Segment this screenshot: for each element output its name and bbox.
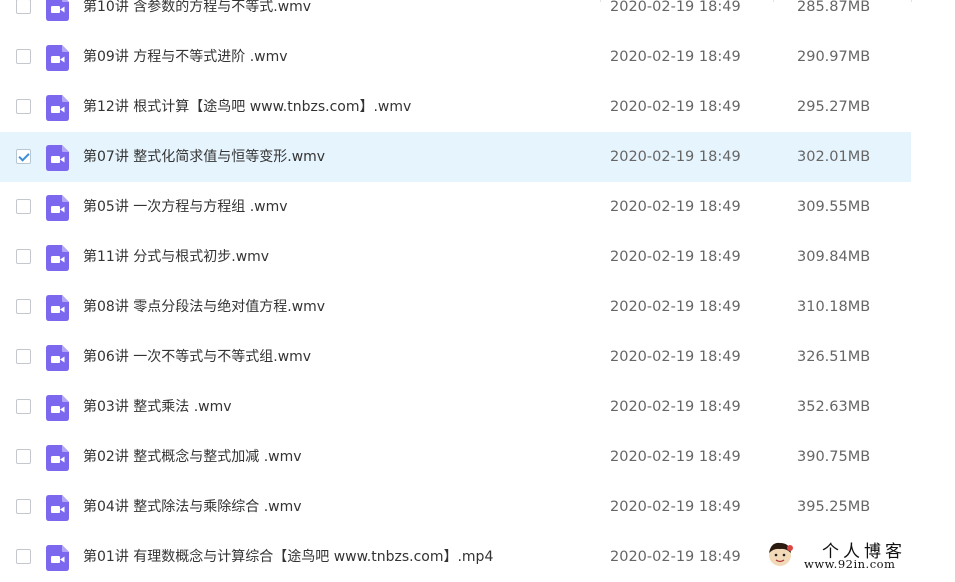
file-row[interactable]: 第06讲 一次不等式与不等式组.wmv 2020-02-19 18:49 326.5… <box>0 332 911 382</box>
video-file-icon <box>46 295 70 321</box>
row-checkbox[interactable] <box>16 49 31 64</box>
file-name[interactable]: 第09讲 方程与不等式进阶 .wmv <box>83 32 288 82</box>
file-size: 390.75MB <box>797 449 871 465</box>
watermark: 个人博客 www.92in.com <box>760 536 950 572</box>
file-row[interactable]: 第12讲 根式计算【途鸟吧 www.tnbzs.com】.wmv 2020-02-… <box>0 82 911 132</box>
file-size: 285.87MB <box>797 0 871 15</box>
watermark-url: www.92in.com <box>804 557 896 571</box>
row-checkbox[interactable] <box>16 149 31 164</box>
video-file-icon <box>46 395 70 421</box>
row-checkbox[interactable] <box>16 349 31 364</box>
file-name[interactable]: 第03讲 整式乘法 .wmv <box>83 382 232 432</box>
file-name[interactable]: 第06讲 一次不等式与不等式组.wmv <box>83 332 311 382</box>
file-row[interactable]: 第11讲 分式与根式初步.wmv 2020-02-19 18:49 309.84MB <box>0 232 911 282</box>
file-row[interactable]: 第07讲 整式化简求值与恒等变形.wmv 2020-02-19 18:49 302.… <box>0 132 911 182</box>
video-file-icon <box>46 345 70 371</box>
video-file-icon <box>46 245 70 271</box>
row-checkbox[interactable] <box>16 299 31 314</box>
file-modified-date: 2020-02-19 18:49 <box>610 199 741 215</box>
row-checkbox[interactable] <box>16 199 31 214</box>
file-row[interactable]: 第05讲 一次方程与方程组 .wmv 2020-02-19 18:49 309.55… <box>0 182 911 232</box>
file-row[interactable]: 第04讲 整式除法与乘除综合 .wmv 2020-02-19 18:49 395.2… <box>0 482 911 532</box>
row-checkbox[interactable] <box>16 449 31 464</box>
file-size: 302.01MB <box>797 149 871 165</box>
file-modified-date: 2020-02-19 18:49 <box>610 399 741 415</box>
file-size: 309.84MB <box>797 249 871 265</box>
column-divider[interactable] <box>600 0 601 2</box>
row-checkbox[interactable] <box>16 99 31 114</box>
row-checkbox[interactable] <box>16 0 31 14</box>
file-name[interactable]: 第02讲 整式概念与整式加减 .wmv <box>83 432 302 482</box>
file-name[interactable]: 第11讲 分式与根式初步.wmv <box>83 232 269 282</box>
file-name[interactable]: 第01讲 有理数概念与计算综合【途鸟吧 www.tnbzs.com】.mp4 <box>83 532 493 582</box>
column-divider[interactable] <box>773 0 774 2</box>
file-row[interactable]: 第10讲 含参数的方程与不等式.wmv 2020-02-19 18:49 285.8… <box>0 0 911 32</box>
file-name[interactable]: 第10讲 含参数的方程与不等式.wmv <box>83 0 311 32</box>
video-file-icon <box>46 95 70 121</box>
file-row[interactable]: 第02讲 整式概念与整式加减 .wmv 2020-02-19 18:49 390.7… <box>0 432 911 482</box>
video-file-icon <box>46 495 70 521</box>
column-divider[interactable] <box>911 0 912 2</box>
file-row[interactable]: 第09讲 方程与不等式进阶 .wmv 2020-02-19 18:49 290.97… <box>0 32 911 82</box>
file-modified-date: 2020-02-19 18:49 <box>610 349 741 365</box>
file-size: 326.51MB <box>797 349 871 365</box>
file-size: 295.27MB <box>797 99 871 115</box>
row-checkbox[interactable] <box>16 249 31 264</box>
file-row[interactable]: 第03讲 整式乘法 .wmv 2020-02-19 18:49 352.63MB <box>0 382 911 432</box>
file-modified-date: 2020-02-19 18:49 <box>610 449 741 465</box>
video-file-icon <box>46 545 70 571</box>
file-modified-date: 2020-02-19 18:49 <box>610 499 741 515</box>
file-modified-date: 2020-02-19 18:49 <box>610 249 741 265</box>
file-size: 310.18MB <box>797 299 871 315</box>
video-file-icon <box>46 445 70 471</box>
row-checkbox[interactable] <box>16 499 31 514</box>
row-checkbox[interactable] <box>16 399 31 414</box>
file-modified-date: 2020-02-19 18:49 <box>610 0 741 15</box>
video-file-icon <box>46 45 70 71</box>
file-name[interactable]: 第08讲 零点分段法与绝对值方程.wmv <box>83 282 325 332</box>
row-checkbox[interactable] <box>16 549 31 564</box>
video-file-icon <box>46 0 70 21</box>
file-size: 309.55MB <box>797 199 871 215</box>
file-modified-date: 2020-02-19 18:49 <box>610 49 741 65</box>
video-file-icon <box>46 145 70 171</box>
file-list: 第10讲 含参数的方程与不等式.wmv 2020-02-19 18:49 285.8… <box>0 0 955 582</box>
file-size: 352.63MB <box>797 399 871 415</box>
file-name[interactable]: 第04讲 整式除法与乘除综合 .wmv <box>83 482 302 532</box>
avatar-logo <box>769 542 793 566</box>
file-name[interactable]: 第05讲 一次方程与方程组 .wmv <box>83 182 288 232</box>
file-row[interactable]: 第08讲 零点分段法与绝对值方程.wmv 2020-02-19 18:49 310.… <box>0 282 911 332</box>
file-modified-date: 2020-02-19 18:49 <box>610 149 741 165</box>
file-size: 290.97MB <box>797 49 871 65</box>
file-modified-date: 2020-02-19 18:49 <box>610 549 741 565</box>
file-modified-date: 2020-02-19 18:49 <box>610 299 741 315</box>
file-name[interactable]: 第07讲 整式化简求值与恒等变形.wmv <box>83 132 325 182</box>
file-size: 395.25MB <box>797 499 871 515</box>
file-modified-date: 2020-02-19 18:49 <box>610 99 741 115</box>
video-file-icon <box>46 195 70 221</box>
file-name[interactable]: 第12讲 根式计算【途鸟吧 www.tnbzs.com】.wmv <box>83 82 411 132</box>
